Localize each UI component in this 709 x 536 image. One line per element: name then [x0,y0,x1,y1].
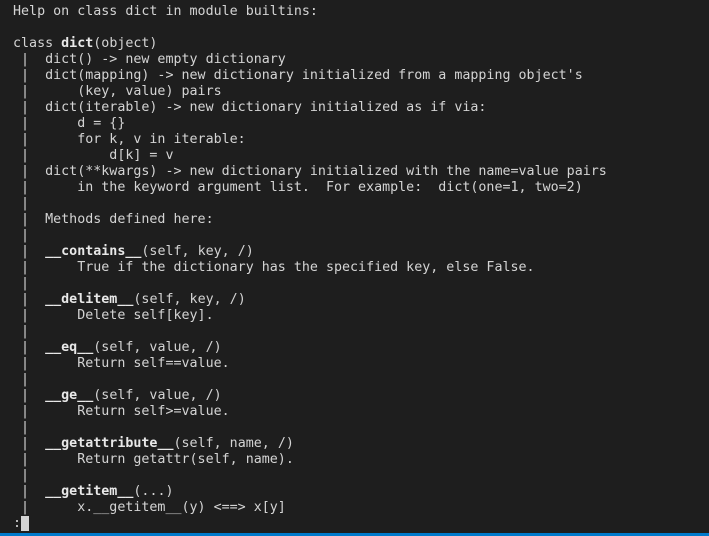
pager-line: | __delitem__(self, key, /) [13,292,607,308]
pager-line: | __ge__(self, value, /) [13,388,607,404]
line-text: class [13,36,62,51]
pager-line: | dict(**kwargs) -> new dictionary initi… [13,164,607,180]
pager-line: | __eq__(self, value, /) [13,340,607,356]
pager-line: | Return self==value. [13,356,607,372]
terminal-panel[interactable]: Help on class dict in module builtins: cl… [0,0,709,533]
pager-line: | [13,420,607,436]
pager-line: | Delete self[key]. [13,308,607,324]
pager-line: | [13,228,607,244]
bold-identifier: __getitem__ [45,484,134,499]
line-text: | dict() -> new empty dictionary [13,52,286,67]
pager-line: | d[k] = v [13,148,607,164]
pager-line: | dict() -> new empty dictionary [13,52,607,68]
line-text: | Return self>=value. [13,404,230,419]
pager-line: | dict(mapping) -> new dictionary initia… [13,68,607,84]
pager-line: | in the keyword argument list. For exam… [13,180,607,196]
line-text: | True if the dictionary has the specifi… [13,260,535,275]
pager-line: | True if the dictionary has the specifi… [13,260,607,276]
pager-line: | [13,372,607,388]
bold-identifier: __getattribute__ [45,436,174,451]
line-text: | [13,372,30,387]
line-text: | [13,340,46,355]
pager-line: | x.__getitem__(y) <==> x[y] [13,500,607,516]
prompt-char: : [13,516,22,531]
pager-line: | Methods defined here: [13,212,607,228]
line-text: (object) [93,36,158,51]
line-text: | dict(iterable) -> new dictionary initi… [13,100,487,115]
line-text: (self, value, /) [93,340,222,355]
line-text: | [13,324,30,339]
bold-identifier: __eq__ [45,340,94,355]
pager-line: | __getitem__(...) [13,484,607,500]
bold-identifier: __delitem__ [45,292,134,307]
pager-line: | [13,468,607,484]
bold-identifier: __ge__ [45,388,94,403]
pager-line: | d = {} [13,116,607,132]
line-text: | Return self==value. [13,356,230,371]
bold-identifier: __contains__ [45,244,142,259]
pager-line [13,20,607,36]
line-text: | [13,292,46,307]
pager-line: class dict(object) [13,36,607,52]
pager-line: | for k, v in iterable: [13,132,607,148]
pager-line: | [13,196,607,212]
line-text: | [13,276,30,291]
text-cursor [21,516,30,531]
line-text: (self, key, /) [141,244,254,259]
line-text: | [13,420,30,435]
pager-line: | Return getattr(self, name). [13,452,607,468]
pager-line: | Return self>=value. [13,404,607,420]
line-text: | [13,484,46,499]
line-text: (self, value, /) [93,388,222,403]
pager-line: | [13,324,607,340]
line-text: | in the keyword argument list. For exam… [13,180,583,195]
line-text: | for k, v in iterable: [13,132,246,147]
line-text: | [13,436,46,451]
line-text: (self, name, /) [173,436,294,451]
line-text: | x.__getitem__(y) <==> x[y] [13,500,286,515]
pager-line: | (key, value) pairs [13,84,607,100]
line-text: Help on class dict in module builtins: [13,4,318,19]
line-text: | dict(mapping) -> new dictionary initia… [13,68,583,83]
line-text: | d = {} [13,116,126,131]
line-text: | Methods defined here: [13,212,214,227]
line-text: | (key, value) pairs [13,84,222,99]
pager-output: Help on class dict in module builtins: cl… [13,4,607,516]
line-text: | Return getattr(self, name). [13,452,294,467]
line-text: | [13,468,30,483]
bold-identifier: dict [61,36,94,51]
pager-line: | [13,276,607,292]
line-text: (self, key, /) [133,292,246,307]
line-text: | [13,388,46,403]
line-text: | Delete self[key]. [13,308,214,323]
line-text: | [13,228,30,243]
pager-line: Help on class dict in module builtins: [13,4,607,20]
pager-prompt[interactable]: : [13,516,30,532]
line-text: | [13,196,30,211]
line-text: | d[k] = v [13,148,174,163]
line-text: (...) [133,484,174,499]
line-text: | dict(**kwargs) -> new dictionary initi… [13,164,607,179]
pager-line: | dict(iterable) -> new dictionary initi… [13,100,607,116]
pager-line: | __getattribute__(self, name, /) [13,436,607,452]
line-text: | [13,244,46,259]
pager-line: | __contains__(self, key, /) [13,244,607,260]
